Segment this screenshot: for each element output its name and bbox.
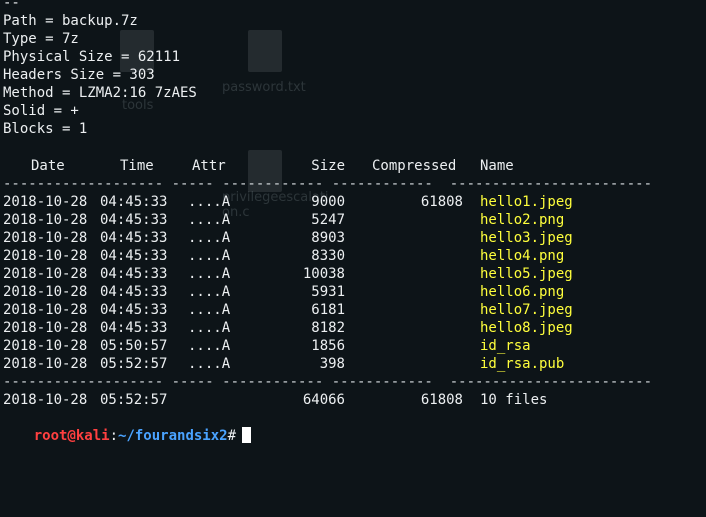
- prompt-separator: :: [109, 428, 119, 444]
- row-time: 04:45:33: [100, 230, 168, 246]
- col-size: Size: [311, 158, 345, 174]
- table-row: 2018-10-28 04:45:33 ....A 8182 hello8.jpeg: [3, 319, 703, 337]
- row-name: hello3.jpeg: [480, 230, 573, 246]
- table-row: 2018-10-28 04:45:33 ....A 5247 hello2.png: [3, 211, 703, 229]
- info-type: Type = 7z: [3, 31, 79, 47]
- summary-row: 2018-10-28 05:52:57 64066 61808 10 files: [3, 391, 703, 409]
- col-compressed: Compressed: [372, 158, 457, 174]
- row-time: 04:45:33: [100, 320, 168, 336]
- col-attr: Attr: [192, 158, 226, 174]
- row-name: id_rsa.pub: [480, 356, 565, 372]
- table-row: 2018-10-28 04:45:33 ....A 5931 hello6.png: [3, 283, 703, 301]
- row-date: 2018-10-28: [3, 284, 88, 300]
- info-blocks: Blocks = 1: [3, 121, 88, 137]
- row-name: hello8.jpeg: [480, 320, 573, 336]
- column-header-row: Date Time Attr Size Compressed Name: [3, 157, 703, 175]
- table-row: 2018-10-28 05:52:57 ....A 398 id_rsa.pub: [3, 355, 703, 373]
- summary-name: 10 files: [480, 392, 548, 408]
- row-size: 398: [319, 356, 345, 372]
- row-name: hello1.jpeg: [480, 194, 573, 210]
- row-time: 04:45:33: [100, 194, 168, 210]
- row-size: 9000: [311, 194, 345, 210]
- summary-size: 64066: [302, 392, 345, 408]
- separator-top: ------------------- ----- ------------ -…: [3, 176, 653, 192]
- row-attr: ....A: [188, 194, 231, 210]
- table-row: 2018-10-28 04:45:33 ....A 9000 61808 hello1.j…: [3, 193, 703, 211]
- separator-bottom: ------------------- ----- ------------ -…: [3, 374, 653, 390]
- row-attr: ....A: [188, 266, 231, 282]
- row-name: hello6.png: [480, 284, 565, 300]
- row-date: 2018-10-28: [3, 230, 88, 246]
- info-method: Method = LZMA2:16 7zAES: [3, 85, 197, 101]
- prompt-user-host: root@kali: [33, 428, 110, 444]
- row-size: 1856: [311, 338, 345, 354]
- terminal-window[interactable]: -- Path = backup.7z Type = 7z Physical S…: [0, 0, 706, 444]
- row-size: 6181: [311, 302, 345, 318]
- summary-compressed: 61808: [420, 392, 463, 408]
- row-time: 05:50:57: [100, 338, 168, 354]
- summary-time: 05:52:57: [100, 392, 168, 408]
- row-date: 2018-10-28: [3, 302, 88, 318]
- row-time: 04:45:33: [100, 212, 168, 228]
- table-row: 2018-10-28 04:45:33 ....A 8330 hello4.png: [3, 247, 703, 265]
- summary-date: 2018-10-28: [3, 392, 88, 408]
- row-date: 2018-10-28: [3, 212, 88, 228]
- row-size: 8182: [311, 320, 345, 336]
- row-time: 04:45:33: [100, 284, 168, 300]
- row-attr: ....A: [188, 284, 231, 300]
- row-attr: ....A: [188, 302, 231, 318]
- row-attr: ....A: [188, 230, 231, 246]
- row-attr: ....A: [188, 338, 231, 354]
- row-time: 05:52:57: [100, 356, 168, 372]
- row-date: 2018-10-28: [3, 266, 88, 282]
- table-row: 2018-10-28 04:45:33 ....A 8903 hello3.jpeg: [3, 229, 703, 247]
- row-size: 10038: [302, 266, 345, 282]
- row-date: 2018-10-28: [3, 320, 88, 336]
- row-attr: ....A: [188, 248, 231, 264]
- col-time: Time: [120, 158, 154, 174]
- row-name: hello4.png: [480, 248, 565, 264]
- info-headers-size: Headers Size = 303: [3, 67, 155, 83]
- table-row: 2018-10-28 04:45:33 ....A 10038 hello5.jpeg: [3, 265, 703, 283]
- row-date: 2018-10-28: [3, 356, 88, 372]
- info-solid: Solid = +: [3, 103, 79, 119]
- row-name: hello7.jpeg: [480, 302, 573, 318]
- row-name: id_rsa: [480, 338, 531, 354]
- row-date: 2018-10-28: [3, 338, 88, 354]
- col-name: Name: [480, 158, 514, 174]
- row-date: 2018-10-28: [3, 194, 88, 210]
- prompt-path: ~/fourandsix2: [118, 428, 228, 444]
- row-name: hello2.png: [480, 212, 565, 228]
- row-time: 04:45:33: [100, 266, 168, 282]
- row-size: 5931: [311, 284, 345, 300]
- row-size: 8903: [311, 230, 345, 246]
- info-physical-size: Physical Size = 62111: [3, 49, 181, 65]
- col-date: Date: [31, 158, 65, 174]
- top-line: --: [3, 0, 20, 11]
- row-attr: ....A: [188, 356, 231, 372]
- info-path: Path = backup.7z: [3, 13, 138, 29]
- table-row: 2018-10-28 05:50:57 ....A 1856 id_rsa: [3, 337, 703, 355]
- row-time: 04:45:33: [100, 248, 168, 264]
- row-size: 5247: [311, 212, 345, 228]
- prompt-symbol: #: [227, 428, 237, 444]
- row-date: 2018-10-28: [3, 248, 88, 264]
- row-attr: ....A: [188, 212, 231, 228]
- row-compressed: 61808: [420, 194, 463, 210]
- shell-prompt[interactable]: root@kali:~/fourandsix2#: [0, 409, 252, 444]
- row-size: 8330: [311, 248, 345, 264]
- text-cursor: [242, 427, 252, 443]
- row-name: hello5.jpeg: [480, 266, 573, 282]
- row-attr: ....A: [188, 320, 231, 336]
- row-time: 04:45:33: [100, 302, 168, 318]
- table-row: 2018-10-28 04:45:33 ....A 6181 hello7.jpeg: [3, 301, 703, 319]
